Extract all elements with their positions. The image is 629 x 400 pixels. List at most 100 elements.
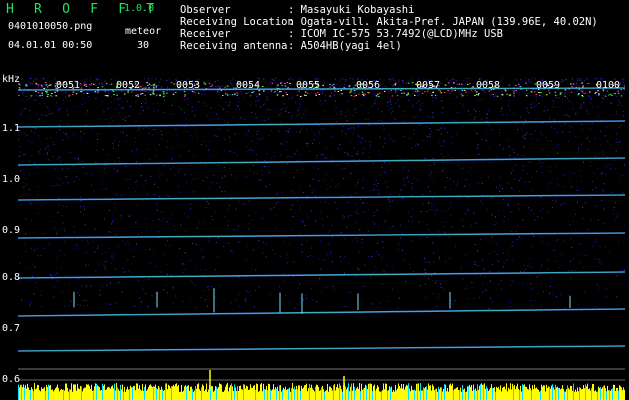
- noise-speckle: [76, 176, 77, 178]
- time-label: 0052: [116, 80, 141, 91]
- noise-speckle: [441, 133, 442, 135]
- noise-speckle: [24, 88, 26, 90]
- noise-speckle: [506, 114, 508, 116]
- noise-speckle: [503, 148, 504, 150]
- amplitude-bar: [620, 386, 621, 400]
- noise-speckle: [256, 96, 258, 98]
- noise-speckle: [530, 209, 532, 211]
- amplitude-bar: [590, 390, 591, 400]
- amplitude-bar: [527, 388, 528, 400]
- noise-speckle: [438, 231, 440, 233]
- noise-speckle: [444, 186, 446, 188]
- noise-speckle: [316, 122, 318, 124]
- noise-speckle: [240, 93, 242, 95]
- noise-speckle: [476, 147, 478, 149]
- noise-speckle: [238, 122, 240, 124]
- noise-speckle: [522, 165, 524, 167]
- noise-speckle: [468, 171, 470, 173]
- amplitude-bar: [240, 385, 241, 400]
- noise-speckle: [303, 114, 305, 116]
- noise-speckle: [61, 214, 63, 216]
- amplitude-bar: [523, 385, 524, 400]
- noise-speckle: [330, 253, 331, 255]
- noise-speckle: [61, 91, 63, 93]
- noise-speckle: [531, 176, 533, 178]
- noise-speckle: [53, 140, 55, 142]
- noise-speckle: [429, 209, 431, 210]
- noise-speckle: [417, 179, 419, 181]
- amplitude-bar: [273, 384, 274, 400]
- noise-speckle: [410, 267, 412, 269]
- noise-speckle: [412, 208, 413, 210]
- noise-speckle: [619, 127, 620, 128]
- amplitude-bar: [34, 383, 35, 400]
- noise-speckle: [384, 219, 386, 221]
- noise-speckle: [125, 141, 127, 143]
- noise-speckle: [222, 85, 224, 87]
- noise-speckle: [564, 92, 566, 94]
- noise-speckle: [568, 270, 570, 272]
- noise-speckle: [556, 296, 558, 298]
- noise-speckle: [467, 210, 469, 212]
- noise-speckle: [131, 91, 133, 93]
- noise-speckle: [591, 122, 593, 124]
- amplitude-bar: [146, 390, 147, 400]
- amplitude-bar: [430, 385, 431, 400]
- noise-speckle: [236, 92, 238, 94]
- noise-speckle: [350, 141, 352, 143]
- noise-speckle: [67, 182, 69, 184]
- noise-speckle: [58, 197, 60, 199]
- noise-speckle: [426, 211, 428, 212]
- noise-speckle: [121, 117, 123, 119]
- noise-speckle: [303, 299, 305, 301]
- noise-speckle: [263, 90, 265, 92]
- amplitude-bar: [52, 389, 53, 400]
- noise-speckle: [229, 141, 231, 142]
- noise-speckle: [297, 303, 299, 305]
- noise-speckle: [77, 159, 79, 161]
- noise-speckle: [492, 94, 495, 96]
- noise-speckle: [407, 212, 409, 214]
- noise-speckle: [562, 79, 564, 81]
- noise-speckle: [572, 78, 573, 80]
- noise-speckle: [40, 294, 42, 296]
- noise-speckle: [57, 109, 59, 111]
- noise-speckle: [420, 124, 422, 126]
- amplitude-bar: [234, 384, 235, 400]
- noise-speckle: [28, 161, 30, 162]
- noise-speckle: [159, 196, 161, 198]
- noise-speckle: [403, 95, 405, 97]
- amplitude-bar: [560, 389, 561, 400]
- noise-speckle: [357, 153, 359, 155]
- noise-speckle: [150, 85, 153, 87]
- noise-speckle: [51, 112, 53, 114]
- noise-speckle: [345, 80, 346, 82]
- noise-speckle: [432, 115, 434, 117]
- amplitude-bar: [99, 387, 100, 400]
- noise-speckle: [47, 159, 49, 161]
- noise-speckle: [90, 184, 92, 186]
- amplitude-bar: [471, 384, 472, 400]
- noise-speckle: [430, 170, 432, 172]
- noise-speckle: [386, 95, 388, 97]
- noise-speckle: [490, 297, 492, 299]
- amplitude-bar: [127, 386, 128, 400]
- noise-speckle: [154, 183, 155, 185]
- amplitude-bar: [80, 386, 81, 400]
- amplitude-bar: [103, 385, 104, 400]
- noise-speckle: [286, 130, 288, 132]
- noise-speckle: [33, 293, 35, 295]
- noise-speckle: [361, 91, 364, 93]
- noise-speckle: [288, 112, 290, 113]
- noise-speckle: [218, 237, 219, 239]
- amplitude-bar: [342, 391, 343, 400]
- noise-speckle: [63, 241, 65, 243]
- noise-speckle: [151, 295, 153, 297]
- noise-speckle: [534, 219, 536, 221]
- noise-speckle: [300, 103, 301, 105]
- amplitude-bar: [618, 390, 619, 400]
- noise-speckle: [499, 129, 501, 131]
- noise-speckle: [295, 102, 296, 103]
- noise-speckle: [111, 231, 113, 233]
- noise-speckle: [517, 203, 519, 205]
